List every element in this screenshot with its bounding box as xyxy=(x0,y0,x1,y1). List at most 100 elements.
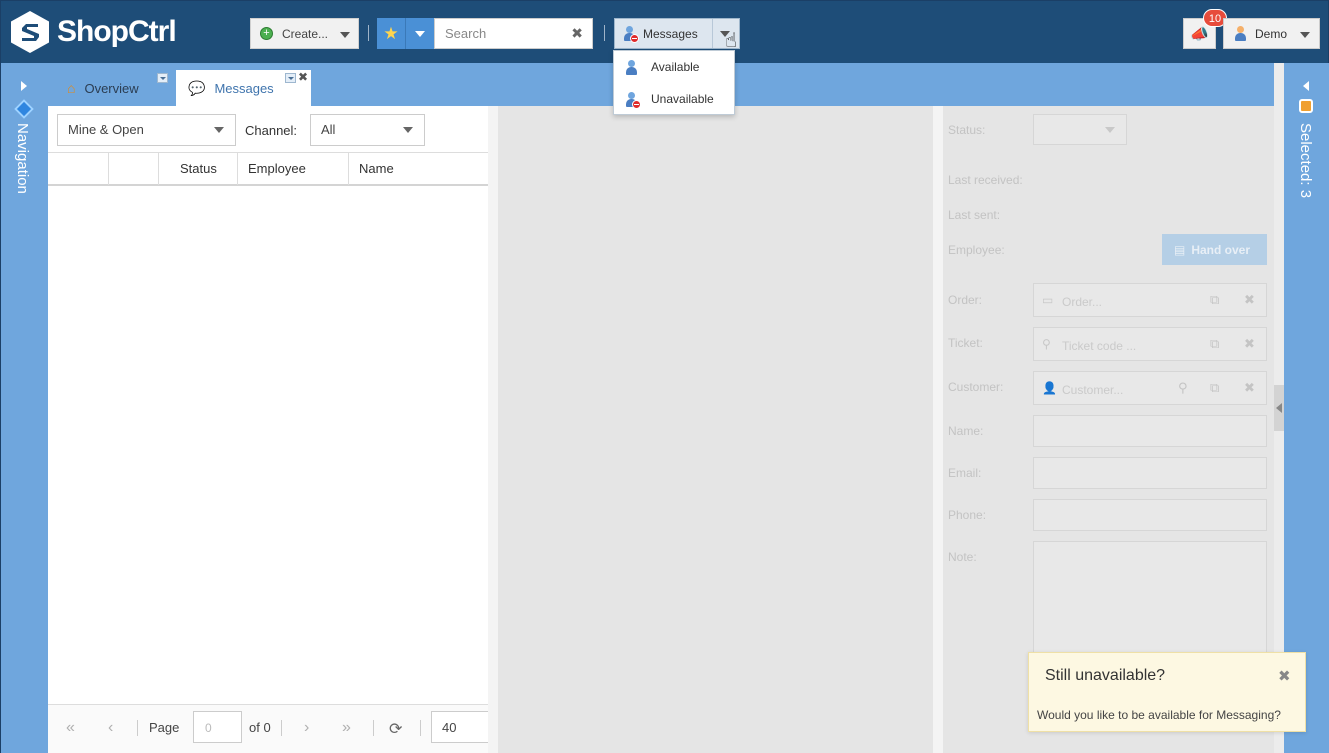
navigation-diamond-icon xyxy=(14,99,34,119)
availability-toast[interactable]: Still unavailable? ✖ Would you like to b… xyxy=(1028,652,1306,732)
tab-messages[interactable]: 💬 Messages ✖ xyxy=(176,70,311,106)
clear-icon[interactable]: ✖ xyxy=(1244,292,1255,308)
search-box: ✖ xyxy=(434,18,593,49)
list-filter-value: Mine & Open xyxy=(68,122,144,137)
favorites-button[interactable]: ★ xyxy=(377,18,406,49)
close-icon[interactable]: ✖ xyxy=(1278,667,1291,685)
phone-label: Phone: xyxy=(948,508,987,522)
refresh-icon[interactable]: ⟳ xyxy=(389,719,402,739)
first-page-icon[interactable]: « xyxy=(66,719,75,737)
selected-rail[interactable]: Selected: 3 xyxy=(1284,63,1329,753)
phone-field[interactable] xyxy=(1033,499,1267,531)
menu-item-available[interactable]: Available xyxy=(614,51,734,83)
chevron-down-icon xyxy=(415,30,425,37)
last-received-label: Last received: xyxy=(948,173,1023,187)
toast-message[interactable]: Would you like to be available for Messa… xyxy=(1037,708,1281,722)
chevron-down-icon xyxy=(214,127,224,133)
list-column-header: Status Employee Name xyxy=(48,152,488,186)
open-external-icon[interactable]: ⧉ xyxy=(1210,292,1219,308)
channel-label: Channel: xyxy=(245,123,298,138)
person-unavailable-icon xyxy=(625,91,641,109)
customer-field[interactable]: 👤 Customer... ⚲ ⧉ ✖ xyxy=(1033,371,1267,405)
email-label: Email: xyxy=(948,466,982,480)
employee-label: Employee: xyxy=(948,243,1005,257)
column-header-name[interactable]: Name xyxy=(348,153,488,185)
create-button[interactable]: + Create... xyxy=(250,18,359,49)
search-icon[interactable]: ⚲ xyxy=(1178,380,1188,396)
logo-icon[interactable] xyxy=(10,10,50,54)
hand-over-button[interactable]: ▤ Hand over xyxy=(1162,234,1267,265)
column-header-select[interactable] xyxy=(48,153,108,185)
star-icon: ★ xyxy=(383,23,399,43)
page-number-input[interactable]: 0 xyxy=(193,711,242,743)
tab-label: Overview xyxy=(84,80,139,96)
close-tab-icon[interactable]: ✖ xyxy=(298,70,308,84)
channel-value: All xyxy=(321,122,336,137)
name-field[interactable] xyxy=(1033,415,1267,447)
toast-title: Still unavailable? xyxy=(1045,667,1166,684)
column-header-status[interactable]: Status xyxy=(158,153,237,185)
list-filter-select[interactable]: Mine & Open xyxy=(57,114,236,146)
app-name[interactable]: ShopCtrl xyxy=(57,15,177,49)
list-pager: « ‹ Page 0 of 0 › » ⟳ 40 xyxy=(48,704,488,753)
message-conversation-panel xyxy=(498,106,933,753)
navigation-rail[interactable]: Navigation xyxy=(1,63,48,753)
order-placeholder: Order... xyxy=(1062,295,1103,309)
last-page-icon[interactable]: » xyxy=(342,719,351,737)
selected-items-icon xyxy=(1299,99,1313,113)
status-select[interactable] xyxy=(1033,114,1127,145)
page-count: of 0 xyxy=(249,720,271,735)
toolbar-divider xyxy=(604,25,605,41)
open-external-icon[interactable]: ⧉ xyxy=(1210,336,1219,352)
chevron-down-icon xyxy=(1105,127,1115,133)
user-menu-button[interactable]: Demo xyxy=(1223,18,1320,49)
speech-bubbles-icon: 💬 xyxy=(188,79,206,96)
channel-select[interactable]: All xyxy=(310,114,425,146)
tab-menu-icon[interactable] xyxy=(285,73,296,83)
previous-page-icon[interactable]: ‹ xyxy=(108,719,113,737)
email-field[interactable] xyxy=(1033,457,1267,489)
clear-icon[interactable]: ✖ xyxy=(1244,336,1255,352)
open-external-icon[interactable]: ⧉ xyxy=(1210,380,1219,396)
tab-menu-icon[interactable] xyxy=(157,73,168,83)
menu-item-unavailable[interactable]: Unavailable xyxy=(614,83,734,115)
order-label: Order: xyxy=(948,293,983,307)
clear-icon[interactable]: ✖ xyxy=(1244,380,1255,396)
toolbar-divider xyxy=(368,25,369,41)
hand-over-icon: ▤ xyxy=(1174,242,1186,257)
splitter[interactable] xyxy=(488,106,498,753)
note-label: Note: xyxy=(948,550,977,564)
customer-placeholder: Customer... xyxy=(1062,383,1124,397)
magnifier-icon: ⚲ xyxy=(1042,337,1051,351)
person-available-icon xyxy=(625,59,638,75)
next-page-icon[interactable]: › xyxy=(304,719,309,737)
status-label: Status: xyxy=(948,123,986,137)
plus-circle-icon: + xyxy=(260,27,273,40)
page-label: Page xyxy=(149,720,180,735)
hand-over-label: Hand over xyxy=(1191,242,1251,257)
column-header-employee[interactable]: Employee xyxy=(237,153,348,185)
user-name: Demo xyxy=(1255,26,1288,41)
collapse-handle[interactable] xyxy=(1274,385,1284,431)
tab-overview[interactable]: ⌂ Overview xyxy=(56,70,172,106)
page-size-select[interactable]: 40 xyxy=(431,711,488,743)
order-field[interactable]: ▭ Order... ⧉ ✖ xyxy=(1033,283,1267,317)
expand-left-icon[interactable] xyxy=(1303,81,1309,91)
collapse-left-icon xyxy=(1276,403,1282,413)
search-input[interactable] xyxy=(435,19,555,48)
messages-list-panel: Mine & Open Channel: All Status Employee… xyxy=(48,106,488,753)
chevron-down-icon xyxy=(340,32,350,38)
messages-status-button[interactable]: Messages xyxy=(614,18,740,49)
name-label: Name: xyxy=(948,424,984,438)
clear-search-icon[interactable]: ✖ xyxy=(571,25,583,42)
ticket-field[interactable]: ⚲ Ticket code ... ⧉ ✖ xyxy=(1033,327,1267,361)
column-header-type[interactable] xyxy=(108,153,158,185)
navigation-rail-label: Navigation xyxy=(14,123,31,194)
order-box-icon: ▭ xyxy=(1042,293,1054,307)
expand-right-icon[interactable] xyxy=(21,81,27,91)
favorites-dropdown-button[interactable] xyxy=(406,18,434,49)
splitter[interactable] xyxy=(933,106,943,753)
last-sent-label: Last sent: xyxy=(948,208,1001,222)
selected-rail-label: Selected: 3 xyxy=(1297,123,1314,199)
create-button-label: Create... xyxy=(282,26,329,41)
